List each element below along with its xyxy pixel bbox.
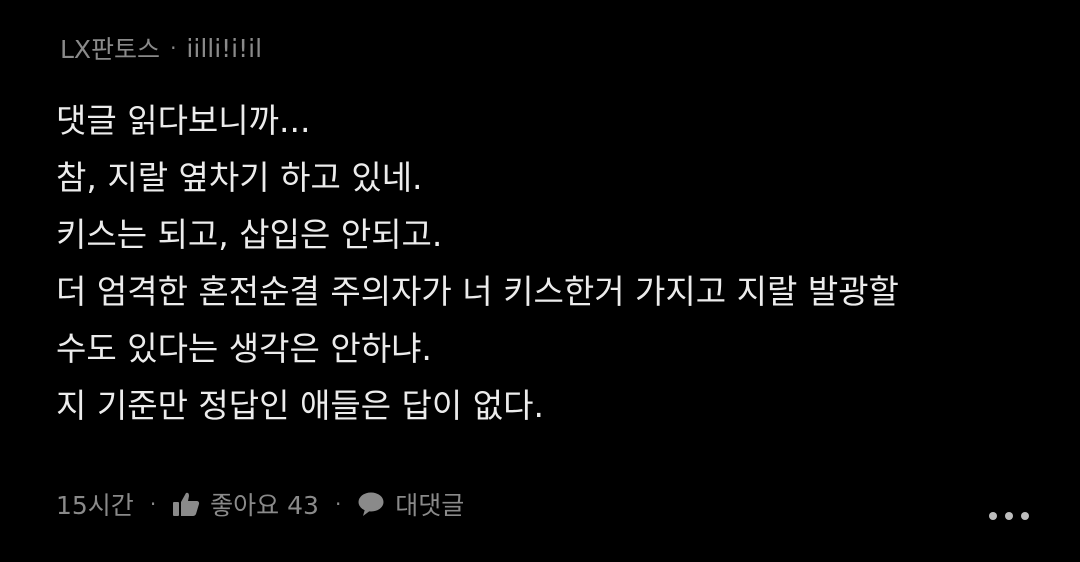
- reply-button[interactable]: 대댓글: [357, 486, 464, 522]
- like-label: 좋아요 43: [210, 491, 319, 520]
- comment-line: 더 엄격한 혼전순결 주의자가 너 키스한거 가지고 지랄 발광할: [56, 272, 899, 311]
- comment-line: 댓글 읽다보니까...: [56, 101, 311, 140]
- comment-item: LX판토스 · iilli!i!il 댓글 읽다보니까... 참, 지랄 옆차기…: [0, 0, 1080, 562]
- comment-line: 키스는 되고, 삽입은 안되고.: [56, 215, 443, 254]
- reply-label: 대댓글: [395, 491, 465, 520]
- speech-bubble-icon: [357, 491, 385, 517]
- comment-header: LX판토스 · iilli!i!il: [60, 30, 262, 66]
- thumbs-up-icon: [172, 491, 200, 517]
- more-options-button[interactable]: [984, 500, 1034, 530]
- comment-line: 지 기준만 정답인 애들은 답이 없다.: [56, 386, 544, 425]
- like-button[interactable]: 좋아요 43: [172, 486, 319, 522]
- author-nickname: iilli!i!il: [186, 33, 263, 63]
- comment-line: 참, 지랄 옆차기 하고 있네.: [56, 158, 423, 197]
- footer-dot: ·: [334, 492, 342, 516]
- more-dots-icon: [988, 506, 1030, 525]
- header-separator: ·: [170, 36, 177, 60]
- footer-dot: ·: [149, 492, 157, 516]
- comment-body: 댓글 읽다보니까... 참, 지랄 옆차기 하고 있네. 키스는 되고, 삽입은…: [56, 92, 1056, 434]
- comment-time: 15시간: [56, 491, 134, 520]
- author-name[interactable]: LX판토스: [60, 30, 160, 66]
- comment-footer: 15시간 · 좋아요 43 · 대댓글: [56, 484, 464, 524]
- comment-line: 수도 있다는 생각은 안하냐.: [56, 329, 432, 368]
